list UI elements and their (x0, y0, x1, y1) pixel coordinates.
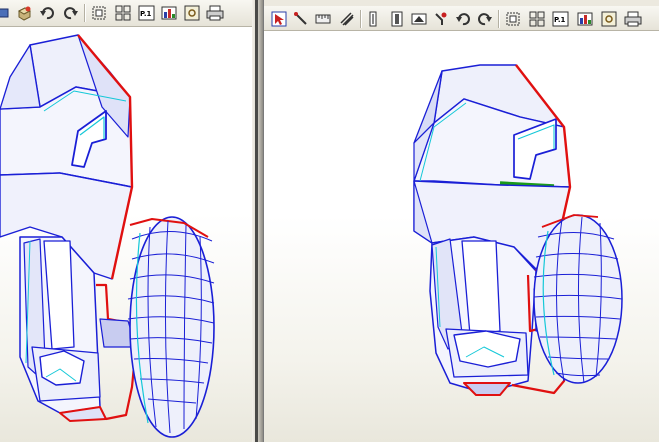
page-icon[interactable]: P.1 (138, 5, 156, 21)
move-icon[interactable] (0, 5, 12, 21)
papercraft-mesh-right (413, 64, 623, 396)
redo-icon[interactable] (476, 11, 494, 27)
redo-icon[interactable] (62, 5, 80, 21)
3d-canvas-left[interactable] (0, 27, 252, 442)
cube-icon[interactable] (15, 5, 33, 21)
print-icon[interactable] (624, 11, 642, 27)
3d-canvas-right[interactable] (264, 31, 659, 442)
join-icon[interactable] (388, 11, 406, 27)
pen-icon[interactable] (292, 11, 310, 27)
3d-view-pane-left[interactable]: P.1 (0, 0, 252, 442)
print-icon[interactable] (206, 5, 224, 21)
edge-icon[interactable] (364, 11, 382, 27)
undo-icon[interactable] (38, 5, 56, 21)
papercraft-mesh-left (0, 34, 215, 438)
undo-icon[interactable] (454, 11, 472, 27)
settings-icon[interactable] (600, 11, 618, 27)
settings-icon[interactable] (183, 5, 201, 21)
layout-icon[interactable] (528, 11, 546, 27)
page-label: P.1 (140, 10, 152, 18)
flap-icon[interactable] (410, 11, 428, 27)
rotate-icon[interactable] (432, 11, 450, 27)
fold-icon[interactable] (338, 11, 356, 27)
page-icon[interactable]: P.1 (552, 11, 570, 27)
texture-icon[interactable] (576, 11, 594, 27)
pane-splitter[interactable] (252, 0, 263, 442)
left-toolbar: P.1 (0, 0, 252, 27)
texture-icon[interactable] (160, 5, 178, 21)
right-toolbar: P.1 (264, 6, 659, 31)
layout-icon[interactable] (114, 5, 132, 21)
2d-view-pane-right[interactable]: P.1 (263, 0, 659, 442)
pointer-icon[interactable] (270, 11, 288, 27)
ruler-icon[interactable] (314, 11, 332, 27)
page-label: P.1 (554, 16, 566, 24)
select-all-icon[interactable] (90, 5, 108, 21)
select-all-icon[interactable] (504, 11, 522, 27)
